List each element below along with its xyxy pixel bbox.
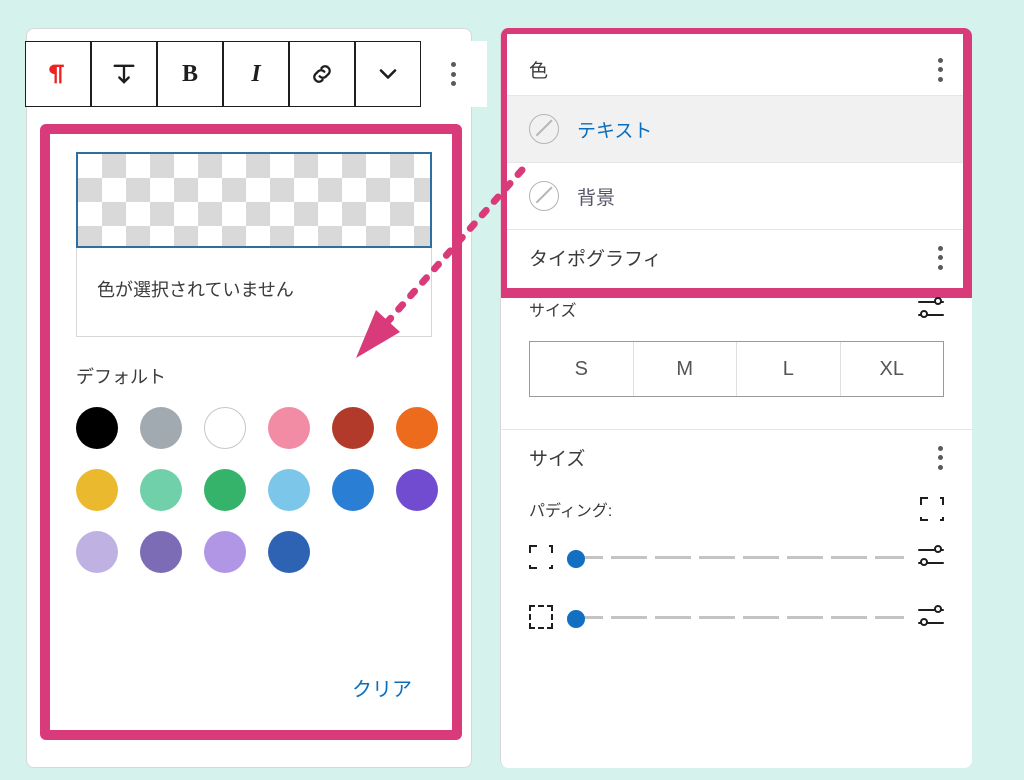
- font-size-label: サイズ: [529, 297, 577, 321]
- size-xl[interactable]: XL: [841, 342, 944, 396]
- sliders-icon[interactable]: [918, 548, 944, 566]
- kebab-icon: [451, 62, 457, 86]
- size-m[interactable]: M: [634, 342, 738, 396]
- color-chip-12[interactable]: [76, 531, 118, 573]
- none-color-icon: [529, 114, 559, 144]
- color-chip-5[interactable]: [396, 407, 438, 449]
- toolbar-italic-button[interactable]: I: [223, 41, 289, 107]
- block-toolbar: B I: [25, 41, 487, 107]
- dimensions-section-header: サイズ: [501, 430, 972, 483]
- padding-slider-2: [501, 595, 972, 629]
- none-color-icon: [529, 181, 559, 211]
- no-color-message: 色が選択されていません: [76, 248, 432, 337]
- clear-color-button[interactable]: クリア: [352, 673, 412, 702]
- color-chip-13[interactable]: [140, 531, 182, 573]
- color-chip-8[interactable]: [204, 469, 246, 511]
- side-box-icon[interactable]: [529, 545, 553, 569]
- color-chip-2[interactable]: [204, 407, 246, 449]
- color-chip-6[interactable]: [76, 469, 118, 511]
- color-chip-10[interactable]: [332, 469, 374, 511]
- padding-slider[interactable]: [567, 605, 904, 629]
- toolbar-link-button[interactable]: [289, 41, 355, 107]
- padding-label: パディング:: [529, 497, 612, 521]
- size-l[interactable]: L: [737, 342, 841, 396]
- color-preview-transparent[interactable]: [76, 152, 432, 248]
- toolbar-bold-button[interactable]: B: [157, 41, 223, 107]
- padding-row: パディング:: [501, 483, 972, 535]
- toolbar-kebab-button[interactable]: [421, 41, 487, 107]
- annotation-highlight-box: [500, 28, 972, 298]
- toolbar-paragraph-button[interactable]: [25, 41, 91, 107]
- color-chip-1[interactable]: [140, 407, 182, 449]
- sliders-icon[interactable]: [918, 608, 944, 626]
- color-chip-0[interactable]: [76, 407, 118, 449]
- color-chip-11[interactable]: [396, 469, 438, 511]
- side-box-dashed-icon[interactable]: [529, 605, 553, 629]
- color-chip-15[interactable]: [268, 531, 310, 573]
- color-chip-9[interactable]: [268, 469, 310, 511]
- dimensions-kebab[interactable]: [938, 446, 944, 470]
- size-s[interactable]: S: [530, 342, 634, 396]
- sliders-icon[interactable]: [918, 300, 944, 318]
- color-picker-panel: 色が選択されていません デフォルト クリア: [40, 124, 462, 740]
- font-size-presets: S M L XL: [529, 341, 944, 397]
- bold-glyph: B: [182, 61, 198, 88]
- toolbar-more-dropdown[interactable]: [355, 41, 421, 107]
- unlink-sides-icon[interactable]: [920, 497, 944, 521]
- color-chip-7[interactable]: [140, 469, 182, 511]
- toolbar-transform-button[interactable]: [91, 41, 157, 107]
- default-palette: [76, 407, 456, 573]
- inspector-sidebar: 色 テキスト 背景 タイポグラフィ サイズ S M L X: [500, 28, 972, 768]
- padding-slider-1: [501, 535, 972, 569]
- palette-label: デフォルト: [76, 363, 426, 389]
- color-chip-3[interactable]: [268, 407, 310, 449]
- color-chip-14[interactable]: [204, 531, 246, 573]
- italic-glyph: I: [251, 61, 260, 88]
- padding-slider[interactable]: [567, 545, 904, 569]
- color-chip-4[interactable]: [332, 407, 374, 449]
- dimensions-title: サイズ: [529, 444, 585, 471]
